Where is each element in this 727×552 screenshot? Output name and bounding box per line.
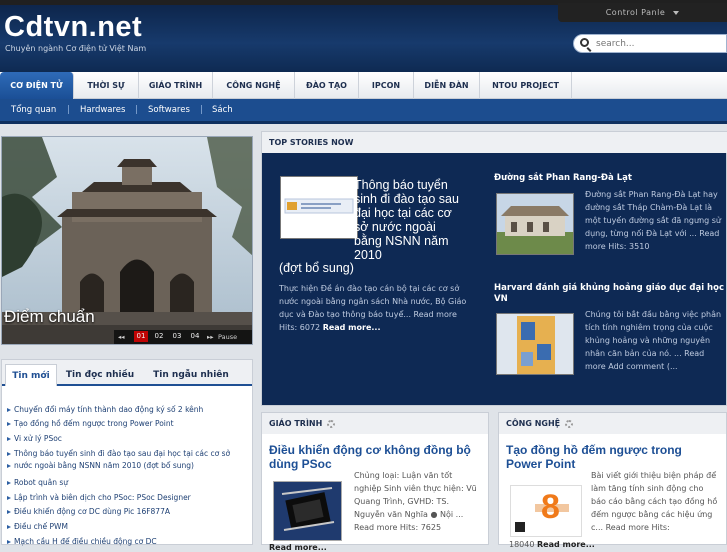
list-item[interactable]: Tạo đồng hồ đếm ngược trong Power Point: [7, 418, 246, 429]
list-item[interactable]: Thông báo tuyển sinh đi đào tạo sau đại …: [7, 448, 246, 459]
microchip-photo: [274, 482, 341, 540]
prev-icon[interactable]: ◂◂: [118, 330, 125, 344]
tab-tin-doc-nhieu[interactable]: Tin đọc nhiều: [59, 364, 141, 386]
subnav-tong-quan[interactable]: Tổng quan: [11, 99, 56, 122]
slider-caption: Điểm chuẩn: [4, 307, 95, 326]
news-tabs-box: Tin mới Tin đọc nhiều Tin ngẫu nhiên Chu…: [1, 359, 253, 547]
main-story-title-tail[interactable]: (đợt bổ sung): [279, 261, 354, 275]
module-cong-nghe: CÔNG NGHỆ Tạo đồng hồ đếm ngược trong Po…: [498, 412, 727, 549]
site-tagline: Chuyên ngành Cơ điện tử Việt Nam: [5, 44, 147, 53]
list-item-continued[interactable]: nước ngoài bằng NSNN năm 2010 (đợt bổ su…: [7, 460, 246, 471]
tab-dien-dan[interactable]: DIỄN ĐÀN: [414, 72, 480, 99]
module-article-title[interactable]: Tạo đồng hồ đếm ngược trong Power Point: [506, 443, 718, 471]
module-read-more[interactable]: Read more...: [269, 543, 327, 552]
tab-ipcon[interactable]: IPCON: [359, 72, 414, 99]
search-box[interactable]: [573, 34, 727, 53]
subnav-sach[interactable]: Sách: [212, 99, 233, 122]
gear-icon[interactable]: [327, 419, 336, 428]
side-story-thumbnail[interactable]: [496, 313, 574, 375]
countdown-digit: 8: [541, 488, 560, 526]
search-icon: [580, 38, 589, 47]
site-header: Cdtvn.net Chuyên ngành Cơ điện tử Việt N…: [0, 0, 727, 72]
tab-tin-ngau-nhien[interactable]: Tin ngẫu nhiên: [144, 364, 238, 386]
tab-dao-tao[interactable]: ĐÀO TẠO: [295, 72, 359, 99]
module-giao-trinh: GIÁO TRÌNH Điều khiển động cơ không đồng…: [261, 412, 489, 552]
module-heading: GIÁO TRÌNH: [262, 413, 488, 434]
side-story-title[interactable]: Harvard đánh giá khủng hoảng giáo dục đạ…: [494, 283, 726, 305]
module-article-thumbnail[interactable]: [273, 481, 342, 541]
main-story-read-more[interactable]: Read more...: [323, 323, 381, 332]
slider-page-3[interactable]: 03: [170, 331, 184, 342]
slider-pause-button[interactable]: Pause: [218, 330, 237, 344]
sub-nav: Tổng quan | Hardwares | Softwares | Sách: [0, 99, 727, 124]
image-slider[interactable]: Điểm chuẩn ◂◂ 01 02 03 04 ▸▸ Pause: [1, 136, 253, 345]
list-item[interactable]: Mạch cầu H để điều chiều động cơ DC: [7, 536, 246, 547]
side-story-summary: Đường sắt Phan Rang-Đà Lạt hay đường sắt…: [585, 190, 721, 251]
module-article-summary: Chủng loại: Luận văn tốt nghiệp Sinh viê…: [354, 471, 477, 532]
top-stories: TOP STORIES NOW Thông báo tuyển sinh đi …: [261, 131, 727, 406]
tab-thoi-su[interactable]: THỜI SỰ: [74, 72, 139, 99]
slider-page-2[interactable]: 02: [152, 331, 166, 342]
module-heading: CÔNG NGHỆ: [499, 413, 726, 434]
document-thumbnail-icon: [281, 177, 357, 238]
education-cover-photo: [497, 314, 573, 374]
module-heading-text: GIÁO TRÌNH: [269, 419, 323, 428]
module-article-summary: Bài viết giới thiệu biện pháp để làm tăn…: [591, 471, 718, 532]
tab-co-dien-tu[interactable]: CƠ ĐIỆN TỬ: [0, 72, 74, 99]
news-tabs-bar: Tin mới Tin đọc nhiều Tin ngẫu nhiên: [2, 360, 252, 386]
next-icon[interactable]: ▸▸: [207, 330, 214, 344]
tab-tin-moi[interactable]: Tin mới: [5, 364, 57, 386]
railway-station-photo: [497, 194, 573, 254]
list-item[interactable]: Robot quân sự: [7, 477, 246, 488]
subnav-softwares[interactable]: Softwares: [148, 99, 190, 122]
main-story-summary: Thực hiện Đề án đào tạo cán bộ tại các c…: [279, 282, 475, 334]
control-panel-label: Control Panle: [605, 8, 666, 17]
main-story-title[interactable]: Thông báo tuyển sinh đi đào tạo sau đại …: [354, 178, 466, 262]
list-item[interactable]: Lập trình và biên dịch cho PSoc: PSoc De…: [7, 492, 246, 503]
subnav-separator: |: [135, 105, 139, 115]
list-item[interactable]: Vi xử lý PSoc: [7, 433, 246, 444]
module-heading-text: CÔNG NGHỆ: [506, 419, 561, 428]
subnav-separator: |: [67, 105, 71, 115]
subnav-hardwares[interactable]: Hardwares: [80, 99, 125, 122]
site-logo[interactable]: Cdtvn.net: [4, 11, 142, 44]
tab-ntou-project[interactable]: NTOU PROJECT: [480, 72, 572, 99]
tab-giao-trinh[interactable]: GIÁO TRÌNH: [139, 72, 213, 99]
control-panel-toggle[interactable]: Control Panle: [558, 3, 727, 22]
side-story-thumbnail[interactable]: [496, 193, 574, 255]
main-story-thumbnail[interactable]: [280, 176, 358, 239]
module-article-thumbnail[interactable]: 8: [510, 485, 582, 537]
side-story-title[interactable]: Đường sắt Phan Rang-Đà Lạt: [494, 173, 726, 184]
module-article-title[interactable]: Điều khiển động cơ không đồng bộ dùng PS…: [269, 443, 481, 471]
side-story-summary: Chúng tôi bắt đầu bằng việc phân tích tí…: [585, 310, 722, 371]
top-stories-heading: TOP STORIES NOW: [262, 132, 727, 153]
list-item[interactable]: Chuyển đổi máy tính thành dao động ký số…: [7, 404, 246, 415]
search-input[interactable]: [596, 37, 722, 50]
slider-page-4[interactable]: 04: [188, 331, 202, 342]
chevron-down-icon: [673, 10, 680, 15]
main-nav: CƠ ĐIỆN TỬ THỜI SỰ GIÁO TRÌNH CÔNG NGHỆ …: [0, 72, 727, 99]
slider-controls: ◂◂ 01 02 03 04 ▸▸ Pause: [114, 330, 252, 344]
tab-cong-nghe[interactable]: CÔNG NGHỆ: [213, 72, 295, 99]
list-item[interactable]: Điều khiển động cơ DC dùng Pic 16F877A: [7, 506, 246, 517]
slider-page-1[interactable]: 01: [134, 331, 148, 342]
subnav-separator: |: [200, 105, 204, 115]
gear-icon[interactable]: [565, 419, 574, 428]
list-item[interactable]: Điều chế PWM: [7, 521, 246, 532]
